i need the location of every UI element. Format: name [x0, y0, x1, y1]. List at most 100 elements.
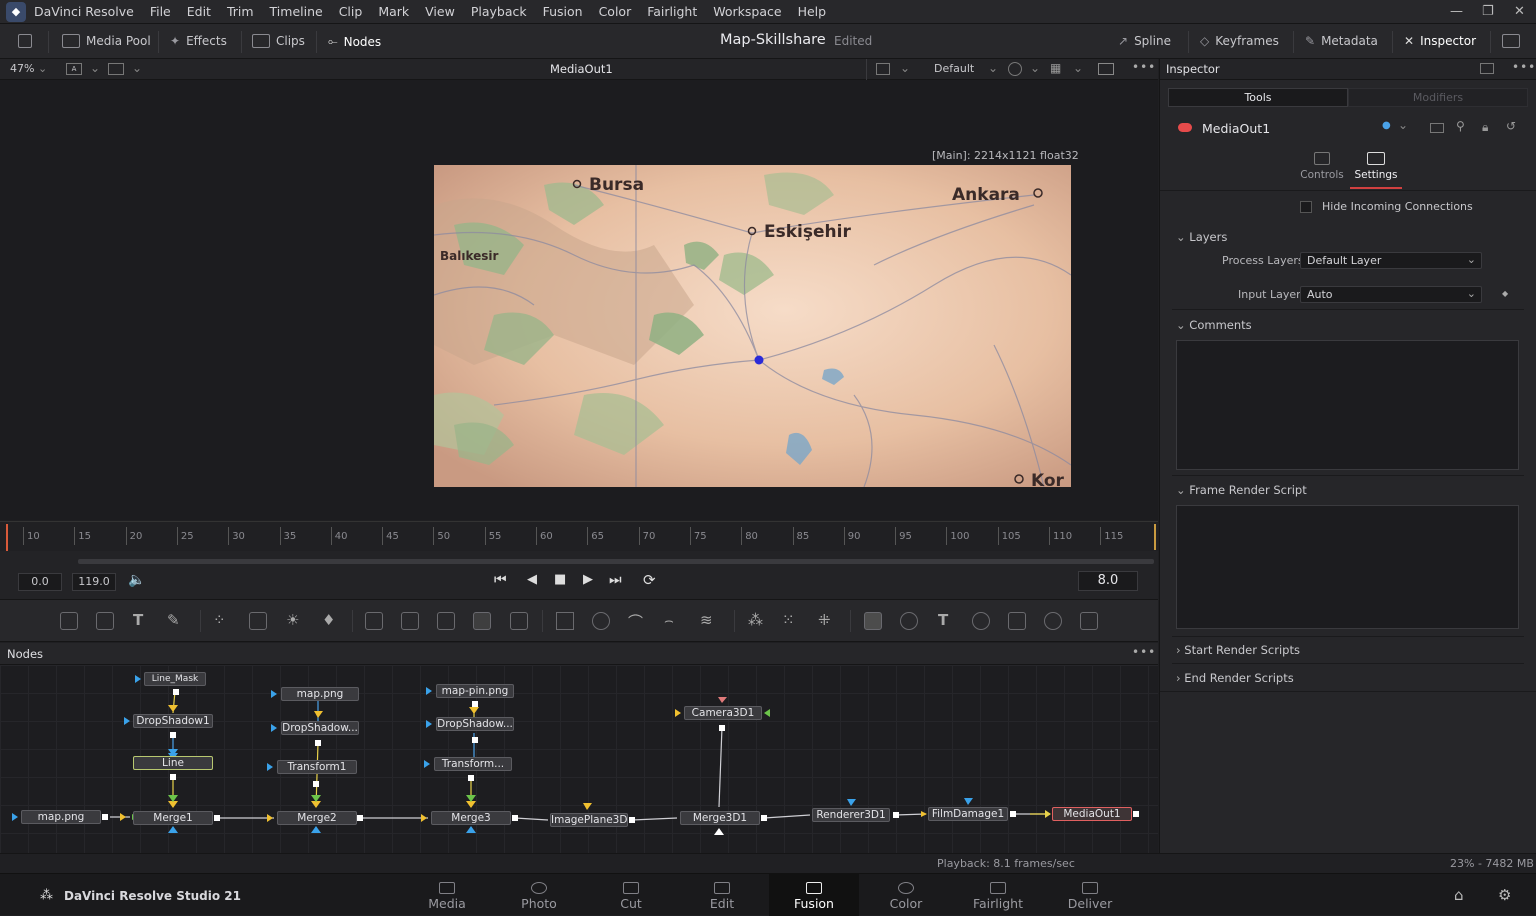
bspline-mask-icon[interactable]: ⌢: [664, 611, 674, 629]
end-render-scripts-header[interactable]: › End Render Scripts: [1176, 671, 1294, 685]
brightness-tool-icon[interactable]: ☀: [286, 611, 299, 629]
process-layers-dropdown[interactable]: Default Layer ⌄: [1300, 252, 1482, 269]
start-frame-field[interactable]: 0.0: [18, 573, 62, 591]
keyframes-button[interactable]: ◇ Keyframes: [1200, 34, 1279, 48]
page-deliver[interactable]: Deliver: [1045, 874, 1135, 916]
node-renderer3d1[interactable]: Renderer3D1: [812, 808, 890, 822]
node-merge3d1[interactable]: Merge3D1: [680, 811, 760, 825]
node-map-pin-png[interactable]: map-pin.png: [436, 684, 514, 698]
play-reverse-icon[interactable]: ◀: [527, 572, 537, 587]
hide-incoming-checkbox[interactable]: [1300, 201, 1312, 213]
node-imageplane3d1[interactable]: ImagePlane3D1: [550, 813, 628, 827]
node-dropshadow-2[interactable]: DropShadow...: [281, 721, 359, 735]
version-dot-icon[interactable]: ●: [1382, 120, 1391, 131]
node-dropshadow-3[interactable]: DropShadow...: [436, 717, 514, 731]
inspector-layout-icon[interactable]: [1480, 63, 1494, 74]
inspector-more-options-icon[interactable]: •••: [1512, 60, 1536, 74]
keyframe-diamond-icon[interactable]: ◆: [1502, 289, 1508, 298]
playhead[interactable]: [6, 524, 8, 552]
channel-boolean-tool-icon[interactable]: [401, 612, 419, 630]
node-line[interactable]: Line: [133, 756, 213, 770]
menu-view[interactable]: View: [425, 4, 455, 19]
time-ruler[interactable]: 10 15 20 25 30 35 40 45 50 55 60 65 70 75 80 85 90 95 100 1…: [0, 521, 1158, 552]
page-photo[interactable]: Photo: [494, 874, 584, 916]
node-transform1[interactable]: Transform1: [277, 760, 357, 774]
node-filmdamage1[interactable]: FilmDamage1: [928, 807, 1008, 821]
matte-control-tool-icon[interactable]: [437, 612, 455, 630]
node-merge3[interactable]: Merge3: [431, 811, 511, 825]
menu-help[interactable]: Help: [798, 4, 827, 19]
spotlight-tool-icon[interactable]: [1044, 612, 1062, 630]
lock-icon[interactable]: 🔒︎: [1482, 120, 1488, 135]
renderer3d-tool-icon[interactable]: [1080, 612, 1098, 630]
page-cut[interactable]: Cut: [586, 874, 676, 916]
current-frame-field[interactable]: 8.0: [1078, 571, 1138, 591]
transform-tool-icon[interactable]: [510, 612, 528, 630]
layers-section-header[interactable]: ⌄ Layers: [1176, 230, 1227, 244]
pimage-tool-icon[interactable]: ⁜: [818, 611, 831, 629]
background-tool-icon[interactable]: [60, 612, 78, 630]
fullscreen-icon[interactable]: [1502, 34, 1520, 48]
delta-keyer-tool-icon[interactable]: [473, 612, 491, 630]
effects-button[interactable]: ✦ Effects: [170, 34, 227, 48]
merge-tool-icon[interactable]: [365, 612, 383, 630]
chevron-down-icon[interactable]: ⌄: [132, 61, 142, 75]
menu-playback[interactable]: Playback: [471, 4, 527, 19]
menu-mark[interactable]: Mark: [378, 4, 409, 19]
close-icon[interactable]: ✕: [1514, 4, 1525, 19]
metadata-button[interactable]: ✎ Metadata: [1305, 34, 1378, 48]
menu-fusion[interactable]: Fusion: [543, 4, 583, 19]
chevron-down-icon[interactable]: ⌄: [988, 61, 998, 75]
menu-timeline[interactable]: Timeline: [270, 4, 323, 19]
page-color[interactable]: Color: [861, 874, 951, 916]
minimize-icon[interactable]: —: [1450, 4, 1463, 19]
menu-file[interactable]: File: [150, 4, 171, 19]
page-media[interactable]: Media: [402, 874, 492, 916]
node-map-png-1[interactable]: map.png: [21, 810, 101, 824]
inspector-button[interactable]: ✕ Inspector: [1404, 34, 1476, 48]
prender-tool-icon[interactable]: ⁙: [782, 611, 795, 629]
menu-fairlight[interactable]: Fairlight: [647, 4, 697, 19]
node-merge1[interactable]: Merge1: [133, 811, 213, 825]
start-render-scripts-header[interactable]: › Start Render Scripts: [1176, 643, 1300, 657]
more-options-icon[interactable]: •••: [1132, 60, 1156, 74]
clips-button[interactable]: Clips: [252, 34, 305, 48]
loop-icon[interactable]: ⟳: [643, 571, 656, 589]
paint-tool-icon[interactable]: ✎: [167, 611, 180, 629]
subtab-settings[interactable]: Settings: [1350, 149, 1402, 189]
menu-color[interactable]: Color: [599, 4, 632, 19]
render-end-marker[interactable]: [1154, 524, 1156, 550]
home-icon[interactable]: ⌂: [1454, 886, 1464, 904]
loader-tool-icon[interactable]: [96, 612, 114, 630]
zoom-dropdown[interactable]: 47% ⌄: [10, 62, 47, 75]
go-to-start-icon[interactable]: ⏮: [494, 572, 507, 588]
settings-gear-icon[interactable]: ⚙: [1498, 886, 1511, 904]
pin-icon[interactable]: ⚲: [1456, 119, 1465, 133]
viewer-mode-icon[interactable]: A: [66, 63, 82, 75]
node-transform-3[interactable]: Transform...: [434, 757, 512, 771]
imageplane3d-tool-icon[interactable]: [1008, 612, 1026, 630]
chevron-down-icon[interactable]: ⌄: [1073, 61, 1083, 75]
input-layer-dropdown[interactable]: Auto ⌄: [1300, 286, 1482, 303]
chevron-down-icon[interactable]: ⌄: [1030, 61, 1040, 75]
page-fairlight[interactable]: Fairlight: [953, 874, 1043, 916]
menu-trim[interactable]: Trim: [227, 4, 254, 19]
tracker-tool-icon[interactable]: ≋: [700, 611, 713, 629]
node-camera3d1[interactable]: Camera3D1: [684, 706, 762, 720]
play-icon[interactable]: ▶: [583, 572, 593, 587]
color-curves-tool-icon[interactable]: [249, 612, 267, 630]
nodes-button[interactable]: ⟜ Nodes: [328, 34, 381, 49]
volume-icon[interactable]: 🔈: [128, 572, 145, 588]
color-icon[interactable]: [1008, 62, 1022, 76]
particles-tool-icon[interactable]: ⁘: [213, 611, 226, 629]
comments-section-header[interactable]: ⌄ Comments: [1176, 318, 1252, 332]
node-graph[interactable]: Line_Mask DropShadow1 Line map.png Merge…: [0, 665, 1158, 853]
range-scrollbar[interactable]: [78, 559, 1154, 564]
camera3d-tool-icon[interactable]: [972, 612, 990, 630]
page-edit[interactable]: Edit: [677, 874, 767, 916]
node-dropshadow1[interactable]: DropShadow1: [133, 714, 213, 728]
reset-icon[interactable]: ↺: [1506, 119, 1516, 133]
stop-icon[interactable]: ■: [554, 572, 566, 587]
grid-icon[interactable]: ▦: [1050, 61, 1061, 75]
versions-icon[interactable]: [1430, 123, 1444, 133]
